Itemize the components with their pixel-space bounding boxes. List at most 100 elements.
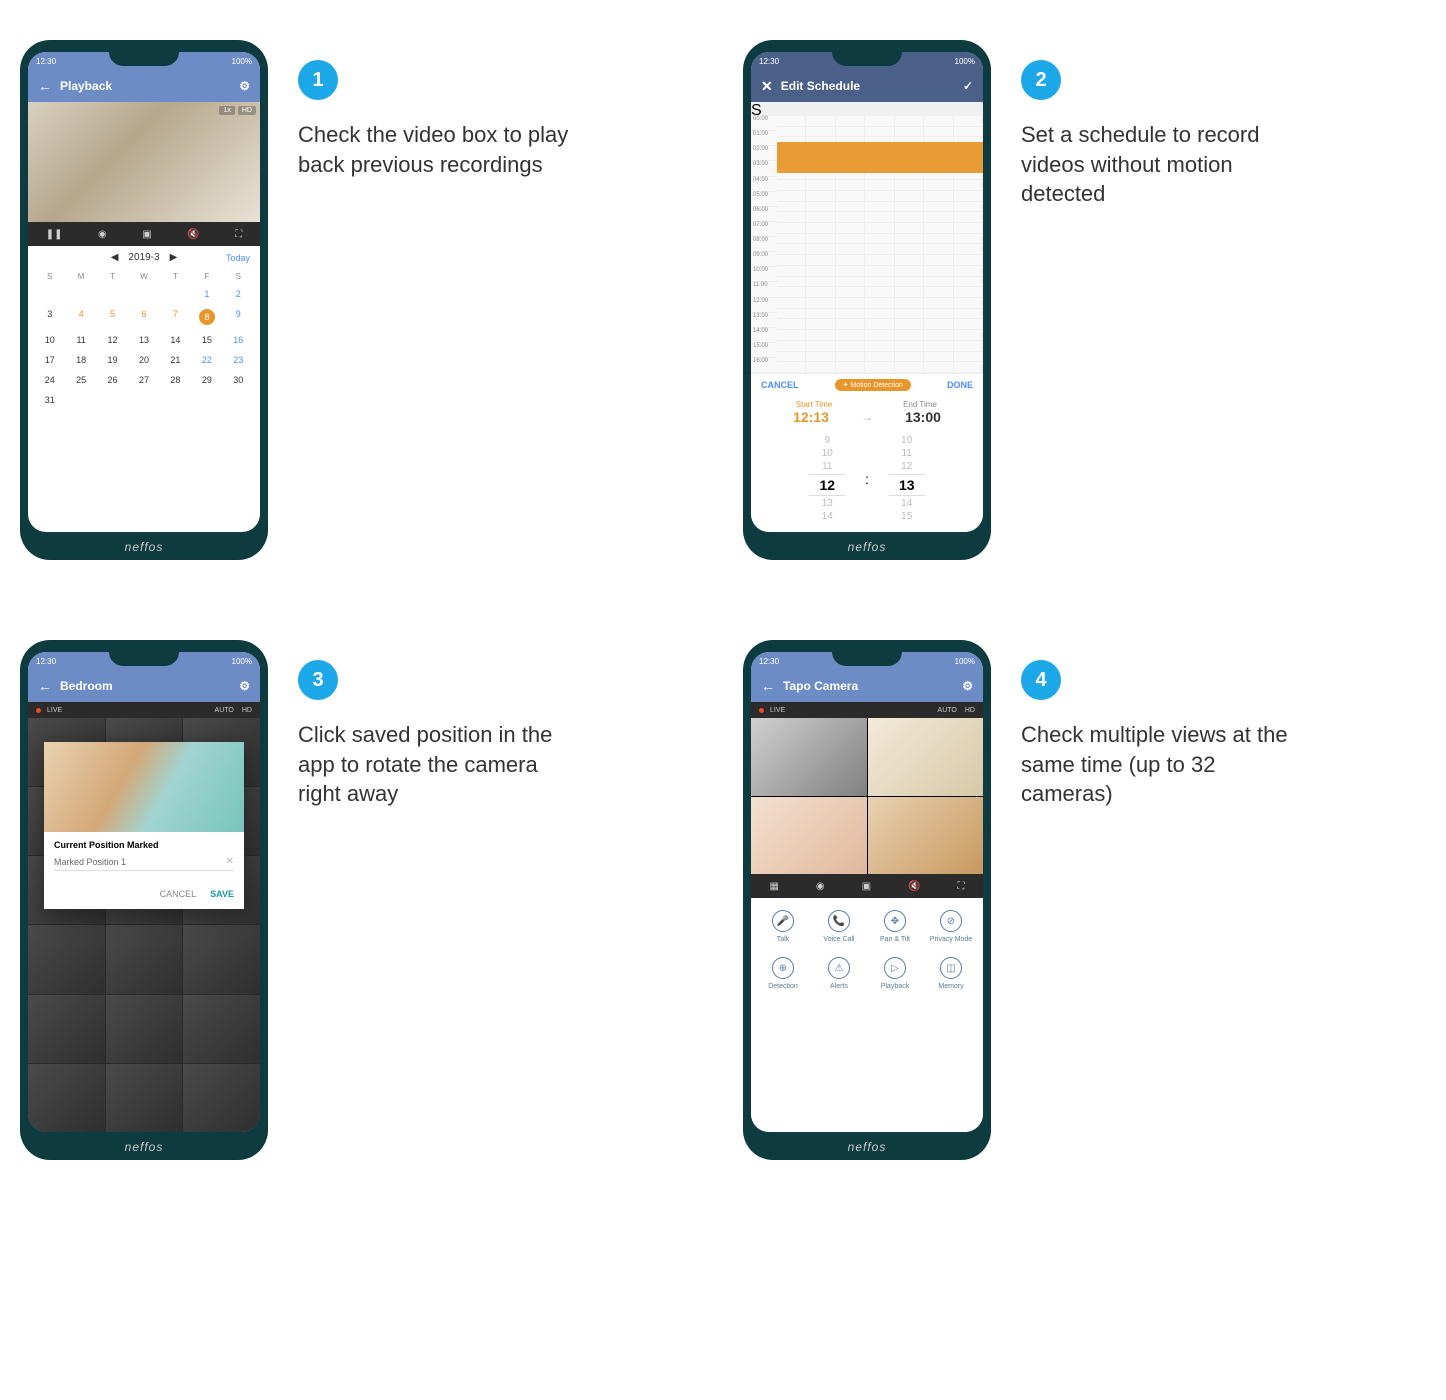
- back-icon[interactable]: ←: [38, 678, 52, 694]
- wheel-minute-option[interactable]: 11: [902, 448, 912, 459]
- snapshot-icon[interactable]: ◉: [98, 229, 107, 240]
- position-name-input[interactable]: Marked Position 1 ✕: [54, 856, 234, 871]
- calendar-day[interactable]: 25: [65, 370, 96, 390]
- gear-icon[interactable]: ⚙: [239, 679, 250, 693]
- gear-icon[interactable]: ⚙: [962, 679, 973, 693]
- calendar-day[interactable]: 10: [34, 330, 65, 350]
- calendar-day[interactable]: 23: [223, 350, 254, 370]
- auto-badge[interactable]: AUTO: [938, 707, 957, 714]
- video-preview[interactable]: 1x HD: [28, 102, 260, 222]
- calendar-day[interactable]: 7: [160, 304, 191, 330]
- calendar-day[interactable]: 30: [223, 370, 254, 390]
- camera-view-2[interactable]: [868, 718, 984, 796]
- calendar-day[interactable]: 11: [65, 330, 96, 350]
- function-memory[interactable]: ◫Memory: [925, 957, 977, 990]
- camera-view-4[interactable]: [868, 797, 984, 875]
- camera-view-1[interactable]: [751, 718, 867, 796]
- function-alerts[interactable]: ⚠Alerts: [813, 957, 865, 990]
- calendar-day[interactable]: 27: [128, 370, 159, 390]
- calendar-day[interactable]: 12: [97, 330, 128, 350]
- cancel-button[interactable]: CANCEL: [160, 889, 197, 899]
- pause-icon[interactable]: ❚❚: [46, 229, 63, 240]
- wheel-hour-option[interactable]: 9: [824, 435, 830, 446]
- back-icon[interactable]: ←: [38, 78, 52, 94]
- fullscreen-icon[interactable]: ⛶: [235, 229, 242, 240]
- calendar-day[interactable]: 21: [160, 350, 191, 370]
- calendar-day[interactable]: 8: [191, 304, 222, 330]
- calendar-day[interactable]: 9: [223, 304, 254, 330]
- calendar-day[interactable]: 31: [34, 390, 65, 410]
- hd-badge[interactable]: HD: [242, 707, 252, 714]
- function-detection[interactable]: ⊕Detection: [757, 957, 809, 990]
- wheel-hour-option[interactable]: 14: [822, 511, 833, 522]
- motion-detection-chip[interactable]: ✦ Motion Detection: [835, 379, 911, 391]
- calendar-day[interactable]: 2: [223, 284, 254, 304]
- wheel-minute-option[interactable]: 13: [889, 474, 925, 496]
- back-icon[interactable]: ←: [761, 678, 775, 694]
- start-time-value[interactable]: 12:13: [761, 409, 861, 425]
- record-icon[interactable]: ▣: [862, 881, 871, 892]
- calendar-day[interactable]: 26: [97, 370, 128, 390]
- mute-icon[interactable]: 🔇: [908, 881, 920, 892]
- cancel-button[interactable]: CANCEL: [761, 380, 799, 390]
- hd-badge[interactable]: HD: [238, 106, 256, 115]
- gear-icon[interactable]: ⚙: [239, 79, 250, 93]
- auto-badge[interactable]: AUTO: [215, 707, 234, 714]
- wheel-hour-option[interactable]: 12: [809, 474, 845, 496]
- next-month-icon[interactable]: ▶: [170, 252, 178, 263]
- fullscreen-icon[interactable]: ⛶: [957, 881, 964, 892]
- wheel-hour-option[interactable]: 10: [822, 448, 833, 459]
- clear-icon[interactable]: ✕: [226, 856, 234, 867]
- calendar-day[interactable]: 17: [34, 350, 65, 370]
- function-icon: 🎤: [772, 910, 794, 932]
- calendar-day[interactable]: 20: [128, 350, 159, 370]
- calendar-day[interactable]: 24: [34, 370, 65, 390]
- calendar-day[interactable]: 14: [160, 330, 191, 350]
- snapshot-icon[interactable]: ◉: [816, 881, 825, 892]
- schedule-grid[interactable]: 00:0001:0002:0003:0004:0005:0006:0007:00…: [751, 116, 983, 373]
- schedule-block[interactable]: [777, 142, 983, 173]
- calendar-day[interactable]: 15: [191, 330, 222, 350]
- speed-badge[interactable]: 1x: [219, 106, 234, 115]
- calendar-day[interactable]: 29: [191, 370, 222, 390]
- function-privacy-mode[interactable]: ⊘Privacy Mode: [925, 910, 977, 943]
- function-pan-tilt[interactable]: ✥Pan & Tilt: [869, 910, 921, 943]
- function-playback[interactable]: ▷Playback: [869, 957, 921, 990]
- calendar-day[interactable]: 4: [65, 304, 96, 330]
- wheel-minute-option[interactable]: 12: [901, 461, 912, 472]
- wheel-hour-option[interactable]: 11: [822, 461, 832, 472]
- wheel-minute-option[interactable]: 15: [901, 511, 912, 522]
- function-voice-call[interactable]: 📞Voice Call: [813, 910, 865, 943]
- record-icon[interactable]: ▣: [142, 229, 151, 240]
- calendar-day[interactable]: 22: [191, 350, 222, 370]
- today-button[interactable]: Today: [226, 253, 250, 263]
- calendar-day[interactable]: 3: [34, 304, 65, 330]
- wheel-minute-option[interactable]: 10: [901, 435, 912, 446]
- calendar-day[interactable]: 6: [128, 304, 159, 330]
- calendar-day[interactable]: 16: [223, 330, 254, 350]
- camera-quad-view[interactable]: [751, 718, 983, 874]
- end-time-value[interactable]: 13:00: [873, 409, 973, 425]
- done-button[interactable]: DONE: [947, 380, 973, 390]
- calendar-day[interactable]: 18: [65, 350, 96, 370]
- confirm-icon[interactable]: ✓: [963, 79, 973, 93]
- calendar-month[interactable]: 2019-3: [128, 252, 159, 263]
- calendar-day[interactable]: 13: [128, 330, 159, 350]
- mute-icon[interactable]: 🔇: [187, 229, 199, 240]
- calendar-day[interactable]: 19: [97, 350, 128, 370]
- calendar-day[interactable]: 1: [191, 284, 222, 304]
- schedule-hour-label: 01:00: [751, 131, 777, 146]
- camera-view-3[interactable]: [751, 797, 867, 875]
- hd-badge[interactable]: HD: [965, 707, 975, 714]
- save-button[interactable]: SAVE: [210, 889, 234, 899]
- function-talk[interactable]: 🎤Talk: [757, 910, 809, 943]
- grid-icon[interactable]: ▦: [769, 881, 778, 892]
- app-bar-bedroom: ← Bedroom ⚙: [28, 670, 260, 702]
- calendar-day[interactable]: 5: [97, 304, 128, 330]
- wheel-minute-option[interactable]: 14: [901, 498, 912, 509]
- calendar-day[interactable]: 28: [160, 370, 191, 390]
- close-icon[interactable]: ✕: [761, 78, 773, 95]
- time-wheel[interactable]: 91011121314 : 101112131415: [751, 431, 983, 532]
- wheel-hour-option[interactable]: 13: [822, 498, 833, 509]
- prev-month-icon[interactable]: ◀: [111, 252, 119, 263]
